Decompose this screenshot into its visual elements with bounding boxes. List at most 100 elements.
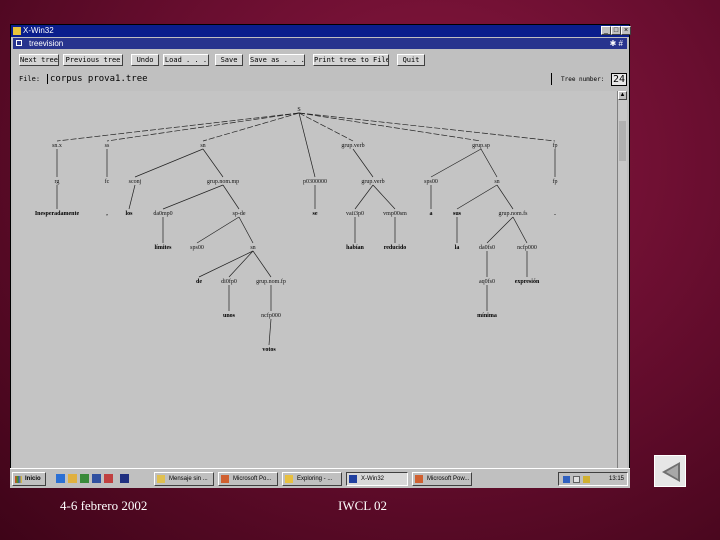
app2-quicklaunch-icon[interactable] — [120, 474, 129, 483]
tree-number-field[interactable]: 24 — [611, 73, 628, 86]
previous-tree-button[interactable]: Previous tree — [63, 54, 123, 66]
tree-node[interactable]: sn — [494, 179, 499, 185]
desktop-quicklaunch-icon[interactable] — [80, 474, 89, 483]
tree-leaf[interactable]: límites — [155, 245, 173, 251]
save-button[interactable]: Save — [215, 54, 243, 66]
edge — [56, 112, 300, 142]
powerpoint-icon — [415, 475, 423, 483]
tree-leaf[interactable]: habían — [346, 245, 364, 251]
tree-leaf[interactable]: de — [196, 279, 202, 285]
network-icon[interactable] — [563, 476, 570, 483]
file-label: File: — [19, 75, 41, 83]
tree-node[interactable]: grup.nom.fp — [256, 278, 286, 285]
scrollbar-thumb[interactable] — [619, 121, 626, 161]
tree-leaf[interactable]: Inesperadamente — [35, 211, 80, 217]
tree-node[interactable]: di0fp0 — [221, 278, 237, 285]
tree-node[interactable]: vaii3p0 — [346, 211, 364, 217]
taskbar-item[interactable]: Microsoft Pow... — [412, 472, 472, 486]
save-as-button[interactable]: Save as . . . — [249, 54, 305, 66]
tree-nodes: S sn.x ss sn grup.verb grup.sp fp rg fc … — [35, 107, 558, 353]
edge — [298, 112, 482, 142]
tree-node[interactable]: ncfp000 — [261, 312, 281, 319]
tree-leaf[interactable]: . — [554, 211, 556, 217]
treevision-titlebar[interactable]: treevision ✱ # — [13, 38, 627, 49]
xwin32-app-icon[interactable] — [13, 27, 21, 35]
tree-node[interactable]: grup.nom.fs — [499, 210, 529, 217]
file-divider — [551, 73, 552, 85]
window-menu-icon[interactable] — [16, 40, 22, 46]
tree-node[interactable]: fp — [553, 178, 558, 185]
tree-leaf[interactable]: a — [430, 211, 433, 217]
next-tree-button[interactable]: Next tree — [19, 54, 59, 66]
xwin32-titlebar[interactable]: X-Win32 _ □ × — [11, 25, 631, 37]
tree-node[interactable]: fp — [553, 142, 558, 149]
xwin32-icon — [349, 475, 357, 483]
tree-leaf[interactable]: reducido — [384, 245, 407, 251]
tree-node[interactable]: sps00 — [424, 179, 438, 185]
taskbar-item[interactable]: Microsoft Po... — [218, 472, 278, 486]
tree-node[interactable]: grup.sp — [472, 143, 490, 149]
tree-node[interactable]: da0fs0 — [479, 244, 495, 251]
taskbar-item[interactable]: Mensaje sin ... — [154, 472, 214, 486]
toolbar: Next tree Previous tree Undo Load . . . … — [13, 51, 627, 69]
close-button[interactable]: × — [621, 26, 631, 35]
minimize-button[interactable]: _ — [601, 26, 611, 35]
tree-node[interactable]: grup.nom.mp — [207, 179, 239, 185]
tree-node[interactable]: ss — [105, 143, 110, 149]
edge — [106, 112, 300, 142]
maximize-button[interactable]: □ — [611, 26, 621, 35]
tree-node[interactable]: grup.verb — [341, 143, 364, 149]
tree-leaf[interactable]: expresión — [515, 279, 540, 285]
tree-node[interactable]: sps00 — [190, 245, 204, 251]
tree-node[interactable]: rg — [55, 179, 60, 185]
tree-leaf[interactable]: sus — [453, 211, 462, 217]
file-info-bar: File: corpus prova1.tree Tree number: 24 — [13, 71, 628, 87]
tree-node[interactable]: sn — [250, 245, 255, 251]
volume-icon[interactable] — [583, 476, 590, 483]
channels-quicklaunch-icon[interactable] — [92, 474, 101, 483]
edge — [298, 112, 556, 142]
tree-leaf[interactable]: mínima — [477, 313, 497, 319]
slide-nav-back-button[interactable] — [654, 455, 686, 487]
tree-leaf[interactable]: votos — [262, 347, 276, 353]
tree-node[interactable]: grup.verb — [361, 179, 384, 185]
load-button[interactable]: Load . . . — [163, 54, 209, 66]
tree-node[interactable]: sp-de — [233, 211, 246, 217]
undo-button[interactable]: Undo — [131, 54, 159, 66]
print-tree-button[interactable]: Print tree to File — [313, 54, 389, 66]
outlook-quicklaunch-icon[interactable] — [68, 474, 77, 483]
tree-node[interactable]: ncfp000 — [517, 244, 537, 251]
tree-leaf[interactable]: unos — [223, 313, 236, 319]
treevision-title-controls[interactable]: ✱ # — [610, 38, 623, 49]
tree-node[interactable]: sconj — [129, 179, 142, 185]
tree-node[interactable]: sn — [200, 143, 205, 149]
quit-button[interactable]: Quit — [397, 54, 425, 66]
taskbar-item-label: X-Win32 — [361, 476, 385, 482]
start-button[interactable]: Inicio — [12, 472, 46, 486]
tree-node[interactable]: p0300000 — [303, 179, 327, 185]
taskbar-item-active[interactable]: X-Win32 — [346, 472, 408, 486]
vertical-scrollbar[interactable]: ▲ ▼ — [617, 91, 627, 487]
scroll-up-icon[interactable]: ▲ — [618, 91, 627, 100]
clock[interactable]: 13:15 — [609, 476, 624, 482]
ie-quicklaunch-icon[interactable] — [56, 474, 65, 483]
tree-node[interactable]: fc — [105, 178, 110, 185]
tree-leaf[interactable]: , — [106, 211, 108, 217]
taskbar-item[interactable]: Exploring - ... — [282, 472, 342, 486]
tree-leaf[interactable]: los — [125, 211, 133, 217]
tree-node[interactable]: sn.x — [52, 143, 62, 149]
edge — [202, 112, 300, 142]
app-quicklaunch-icon[interactable] — [104, 474, 113, 483]
tree-node[interactable]: vmp00sm — [383, 211, 407, 217]
tree-leaf[interactable]: la — [455, 245, 460, 251]
windows-logo-icon — [15, 476, 22, 483]
taskbar-item-label: Microsoft Po... — [233, 476, 272, 482]
start-label: Inicio — [25, 476, 41, 482]
tree-node[interactable]: da0mp0 — [153, 211, 172, 217]
tree-node[interactable]: aq0fs0 — [479, 278, 495, 285]
tree-canvas[interactable]: S sn.x ss sn grup.verb grup.sp fp rg fc … — [13, 91, 617, 487]
file-name: corpus prova1.tree — [47, 74, 148, 84]
tree-root[interactable]: S — [297, 107, 300, 113]
keyboard-icon[interactable] — [573, 476, 580, 483]
tree-leaf[interactable]: se — [313, 211, 318, 217]
